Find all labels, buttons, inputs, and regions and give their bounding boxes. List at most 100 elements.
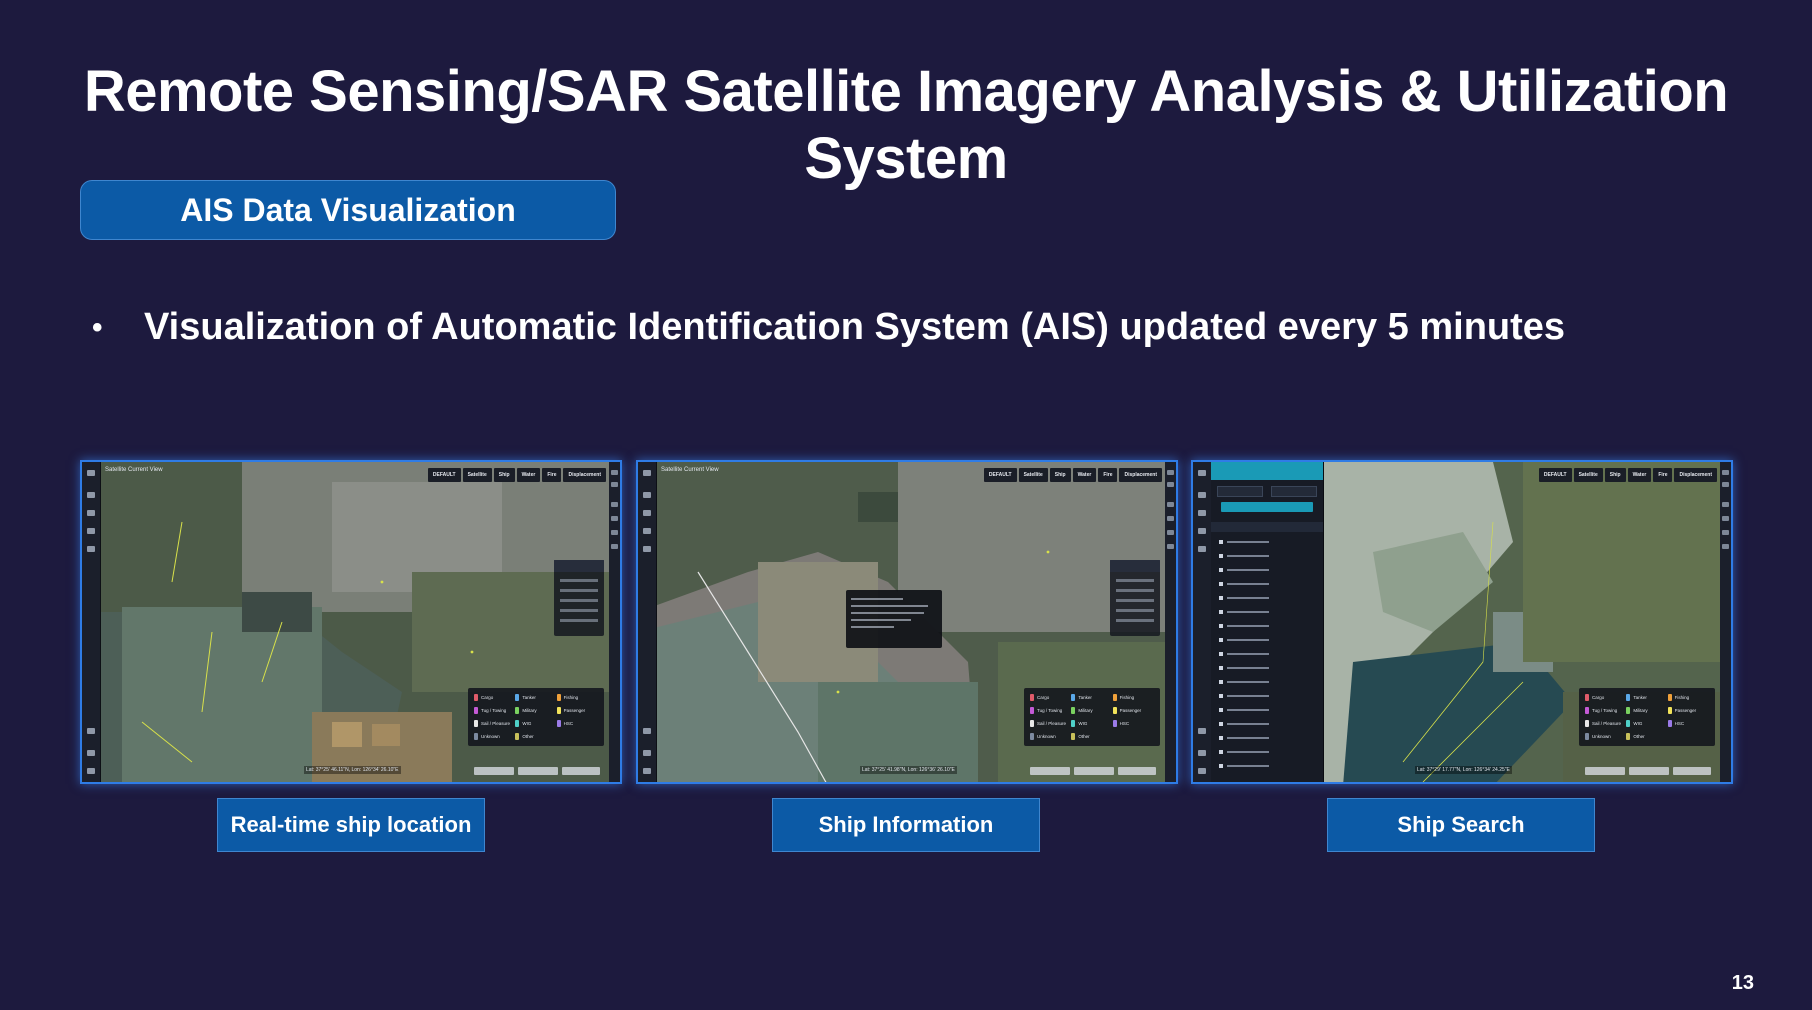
result-row[interactable] [1227, 541, 1269, 543]
area-icon[interactable] [1722, 530, 1729, 535]
result-checkbox[interactable] [1219, 540, 1223, 544]
result-checkbox[interactable] [1219, 582, 1223, 586]
zoom-in-icon[interactable] [1167, 470, 1174, 475]
result-row[interactable] [1227, 611, 1269, 613]
area-icon[interactable] [611, 530, 618, 535]
zoom-in-icon[interactable] [1722, 470, 1729, 475]
mode-button-satellite[interactable]: Satellite [1018, 468, 1048, 482]
ship-icon[interactable] [87, 510, 95, 516]
result-checkbox[interactable] [1219, 694, 1223, 698]
location-pin-icon[interactable] [1198, 546, 1206, 552]
zoom-out-icon[interactable] [1167, 482, 1174, 487]
print-icon[interactable] [87, 528, 95, 534]
result-row[interactable] [1227, 667, 1269, 669]
layers-icon[interactable] [87, 492, 95, 498]
mode-button-ship[interactable]: Ship [1604, 468, 1626, 482]
mode-button-default[interactable]: DEFAULT [1538, 468, 1572, 482]
end-date-field[interactable] [1271, 486, 1317, 497]
user-icon[interactable] [643, 728, 651, 734]
ruler-icon[interactable] [1167, 544, 1174, 549]
settings-icon[interactable] [1198, 750, 1206, 756]
search-icon[interactable] [643, 470, 651, 476]
result-row[interactable] [1227, 765, 1269, 767]
ship-info-popup[interactable] [846, 590, 942, 648]
location-pin-icon[interactable] [87, 546, 95, 552]
result-checkbox[interactable] [1219, 568, 1223, 572]
settings-icon[interactable] [87, 750, 95, 756]
result-checkbox[interactable] [1219, 610, 1223, 614]
zoom-out-icon[interactable] [611, 482, 618, 487]
layers-icon[interactable] [643, 492, 651, 498]
print-icon[interactable] [643, 528, 651, 534]
zoom-in-icon[interactable] [611, 470, 618, 475]
result-checkbox[interactable] [1219, 736, 1223, 740]
user-icon[interactable] [1198, 728, 1206, 734]
result-checkbox[interactable] [1219, 680, 1223, 684]
draw-icon[interactable] [1167, 516, 1174, 521]
measure-icon[interactable] [1722, 502, 1729, 507]
mode-button-ship[interactable]: Ship [1049, 468, 1071, 482]
mode-button-water[interactable]: Water [516, 468, 541, 482]
settings-icon[interactable] [643, 750, 651, 756]
mode-button-default[interactable]: DEFAULT [983, 468, 1017, 482]
mode-button-satellite[interactable]: Satellite [462, 468, 492, 482]
result-checkbox[interactable] [1219, 764, 1223, 768]
result-row[interactable] [1227, 723, 1269, 725]
result-row[interactable] [1227, 681, 1269, 683]
result-checkbox[interactable] [1219, 638, 1223, 642]
print-icon[interactable] [1198, 528, 1206, 534]
result-checkbox[interactable] [1219, 624, 1223, 628]
help-icon[interactable] [1198, 768, 1206, 774]
user-icon[interactable] [87, 728, 95, 734]
result-row[interactable] [1227, 625, 1269, 627]
measure-icon[interactable] [1167, 502, 1174, 507]
mode-button-displacement[interactable]: Displacement [1119, 468, 1162, 482]
ruler-icon[interactable] [1722, 544, 1729, 549]
measure-icon[interactable] [611, 502, 618, 507]
result-row[interactable] [1227, 597, 1269, 599]
result-row[interactable] [1227, 737, 1269, 739]
location-pin-icon[interactable] [643, 546, 651, 552]
mode-button-fire[interactable]: Fire [1653, 468, 1673, 482]
draw-icon[interactable] [611, 516, 618, 521]
mode-button-default[interactable]: DEFAULT [427, 468, 461, 482]
result-checkbox[interactable] [1219, 750, 1223, 754]
result-row[interactable] [1227, 695, 1269, 697]
help-icon[interactable] [643, 768, 651, 774]
result-row[interactable] [1227, 751, 1269, 753]
ship-icon[interactable] [1198, 510, 1206, 516]
result-row[interactable] [1227, 709, 1269, 711]
layers-icon[interactable] [1198, 492, 1206, 498]
draw-icon[interactable] [1722, 516, 1729, 521]
result-row[interactable] [1227, 639, 1269, 641]
ruler-icon[interactable] [611, 544, 618, 549]
mode-button-fire[interactable]: Fire [542, 468, 562, 482]
result-row[interactable] [1227, 583, 1269, 585]
mode-button-ship[interactable]: Ship [493, 468, 515, 482]
ship-icon[interactable] [643, 510, 651, 516]
result-row[interactable] [1227, 555, 1269, 557]
result-checkbox[interactable] [1219, 666, 1223, 670]
result-checkbox[interactable] [1219, 554, 1223, 558]
result-row[interactable] [1227, 569, 1269, 571]
mode-button-satellite[interactable]: Satellite [1573, 468, 1603, 482]
result-row[interactable] [1227, 653, 1269, 655]
mode-button-displacement[interactable]: Displacement [1674, 468, 1717, 482]
search-icon[interactable] [1198, 470, 1206, 476]
mode-button-water[interactable]: Water [1072, 468, 1097, 482]
mode-button-water[interactable]: Water [1627, 468, 1652, 482]
layer-popup[interactable] [1110, 560, 1160, 636]
search-icon[interactable] [87, 470, 95, 476]
mode-button-fire[interactable]: Fire [1098, 468, 1118, 482]
zoom-out-icon[interactable] [1722, 482, 1729, 487]
result-checkbox[interactable] [1219, 652, 1223, 656]
result-checkbox[interactable] [1219, 596, 1223, 600]
start-date-field[interactable] [1217, 486, 1263, 497]
search-button[interactable] [1221, 502, 1313, 512]
result-checkbox[interactable] [1219, 722, 1223, 726]
mode-button-displacement[interactable]: Displacement [563, 468, 606, 482]
help-icon[interactable] [87, 768, 95, 774]
layer-popup[interactable] [554, 560, 604, 636]
area-icon[interactable] [1167, 530, 1174, 535]
result-checkbox[interactable] [1219, 708, 1223, 712]
